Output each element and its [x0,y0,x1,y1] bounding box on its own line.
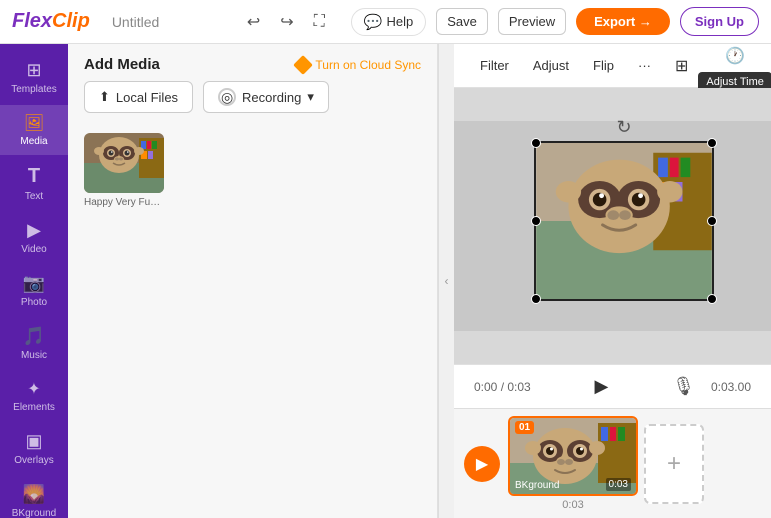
redo-button[interactable]: ↪ [275,7,298,37]
music-icon: 🎵 [23,326,45,347]
overlays-icon: ▣ [25,431,42,452]
text-icon: T [28,165,40,188]
canvas-area: ↻ [454,88,771,364]
handle-br[interactable] [707,294,717,304]
sidebar-item-video[interactable]: ▶ Video [0,212,68,263]
playback-bar: 0:00 / 0:03 ▶ 🎙 0:03.00 [454,364,771,408]
adjust-time-button[interactable]: 🕐 [719,44,751,72]
sidebar-label-photo: Photo [21,297,47,308]
export-button[interactable]: Export → [576,8,670,35]
sidebar-label-media: Media [20,136,47,147]
bkground-icon: 🌄 [23,484,45,505]
clip-time: 0:03 [606,478,631,491]
sidebar-item-overlays[interactable]: ▣ Overlays [0,423,68,474]
recording-label: Recording [242,90,301,105]
timeline-play-button[interactable]: ▶ [464,446,500,482]
save-button[interactable]: Save [436,8,488,35]
sidebar-label-templates: Templates [11,84,57,95]
local-files-label: Local Files [116,90,178,105]
left-panel: Add Media Turn on Cloud Sync ⬆ Local Fil… [68,44,438,518]
add-clip-button[interactable]: + [644,424,704,504]
main-layout: ⊞ Templates 🖼 Media T Text ▶ Video 📷 Pho… [0,44,771,518]
timeline-clip[interactable]: 01 BKground 0:03 [508,416,638,496]
sidebar-item-music[interactable]: 🎵 Music [0,318,68,369]
sidebar: ⊞ Templates 🖼 Media T Text ▶ Video 📷 Pho… [0,44,68,518]
filter-button[interactable]: Filter [470,52,519,79]
logo-text: FlexClip [12,10,90,33]
signup-button[interactable]: Sign Up [680,7,759,36]
sloth-svg [84,133,164,193]
current-time: 0:00 / 0:03 [474,380,531,394]
logo: FlexClip [12,10,90,33]
cloud-sync-label: Turn on Cloud Sync [315,58,421,72]
media-item[interactable]: Happy Very Funny GIF b... [84,133,164,510]
clip-element[interactable]: ↻ [534,141,714,301]
media-grid: Happy Very Funny GIF b... [68,125,437,518]
panel-header: Add Media Turn on Cloud Sync [68,44,437,81]
media-item-label: Happy Very Funny GIF b... [84,197,164,208]
help-icon: 💬 [364,13,383,31]
video-canvas: ↻ [454,121,771,331]
recording-dropdown-icon: ▾ [307,89,314,105]
collapse-handle[interactable]: ‹ [438,44,454,518]
templates-icon: ⊞ [26,60,41,81]
local-files-button[interactable]: ⬆ Local Files [84,81,193,113]
timeline-duration: 0:03 [562,499,583,511]
sidebar-item-elements[interactable]: ✦ Elements [0,371,68,421]
mic-button[interactable]: 🎙 [672,376,695,397]
sidebar-label-music: Music [21,350,47,361]
handle-tl[interactable] [531,138,541,148]
handle-ml[interactable] [531,216,541,226]
elements-icon: ✦ [27,379,40,399]
help-button[interactable]: 💬 Help [351,8,426,36]
handle-tr[interactable] [707,138,717,148]
recording-button[interactable]: ◎ Recording ▾ [203,81,329,113]
photo-icon: 📷 [23,273,45,294]
sidebar-item-media[interactable]: 🖼 Media [0,105,68,155]
preview-button[interactable]: Preview [498,8,566,35]
title-input[interactable] [112,14,232,30]
sidebar-item-text[interactable]: T Text [0,157,68,210]
right-toolbar: Filter Adjust Flip ··· ⊞ 🕐 Adjust Time ⬡… [454,44,771,88]
handle-bl[interactable] [531,294,541,304]
sidebar-item-photo[interactable]: 📷 Photo [0,265,68,316]
grid-button[interactable]: ⊞ [669,50,694,82]
clip-label: BKground [515,480,559,491]
timeline-tracks: 01 BKground 0:03 0:03 + [508,416,761,511]
media-icon: 🖼 [24,113,44,133]
play-button[interactable]: ▶ [594,376,608,397]
sidebar-item-bkground[interactable]: 🌄 BKground [0,476,68,518]
adjust-button[interactable]: Adjust [523,52,579,79]
video-icon: ▶ [27,220,41,241]
sidebar-item-templates[interactable]: ⊞ Templates [0,52,68,103]
upload-icon: ⬆ [99,89,110,105]
handle-mr[interactable] [707,216,717,226]
end-time: 0:03.00 [711,380,751,394]
sidebar-label-bkground: BKground [12,508,56,518]
panel-title: Add Media [84,56,160,73]
cloud-sync-button[interactable]: Turn on Cloud Sync [296,58,421,72]
more-options-button[interactable]: ··· [628,52,661,79]
rotate-handle[interactable]: ↻ [616,117,631,138]
topbar: FlexClip ↩ ↪ ⛶ 💬 Help Save Preview Expor… [0,0,771,44]
right-panel: Filter Adjust Flip ··· ⊞ 🕐 Adjust Time ⬡… [454,44,771,518]
recording-icon: ◎ [218,88,236,106]
clip-number: 01 [515,421,534,434]
fullscreen-button[interactable]: ⛶ [309,8,330,36]
help-label: Help [386,14,413,29]
clip-sloth-svg [536,143,712,299]
panel-actions: ⬆ Local Files ◎ Recording ▾ [68,81,437,125]
flip-button[interactable]: Flip [583,52,624,79]
media-thumbnail [84,133,164,193]
sidebar-label-text: Text [25,191,43,202]
sidebar-label-video: Video [21,244,46,255]
undo-button[interactable]: ↩ [242,7,265,37]
sidebar-label-elements: Elements [13,402,55,413]
timeline: ▶ [454,408,771,518]
sidebar-label-overlays: Overlays [14,455,53,466]
cloud-icon [293,55,313,75]
clip-wrapper: 01 BKground 0:03 0:03 [508,416,638,511]
